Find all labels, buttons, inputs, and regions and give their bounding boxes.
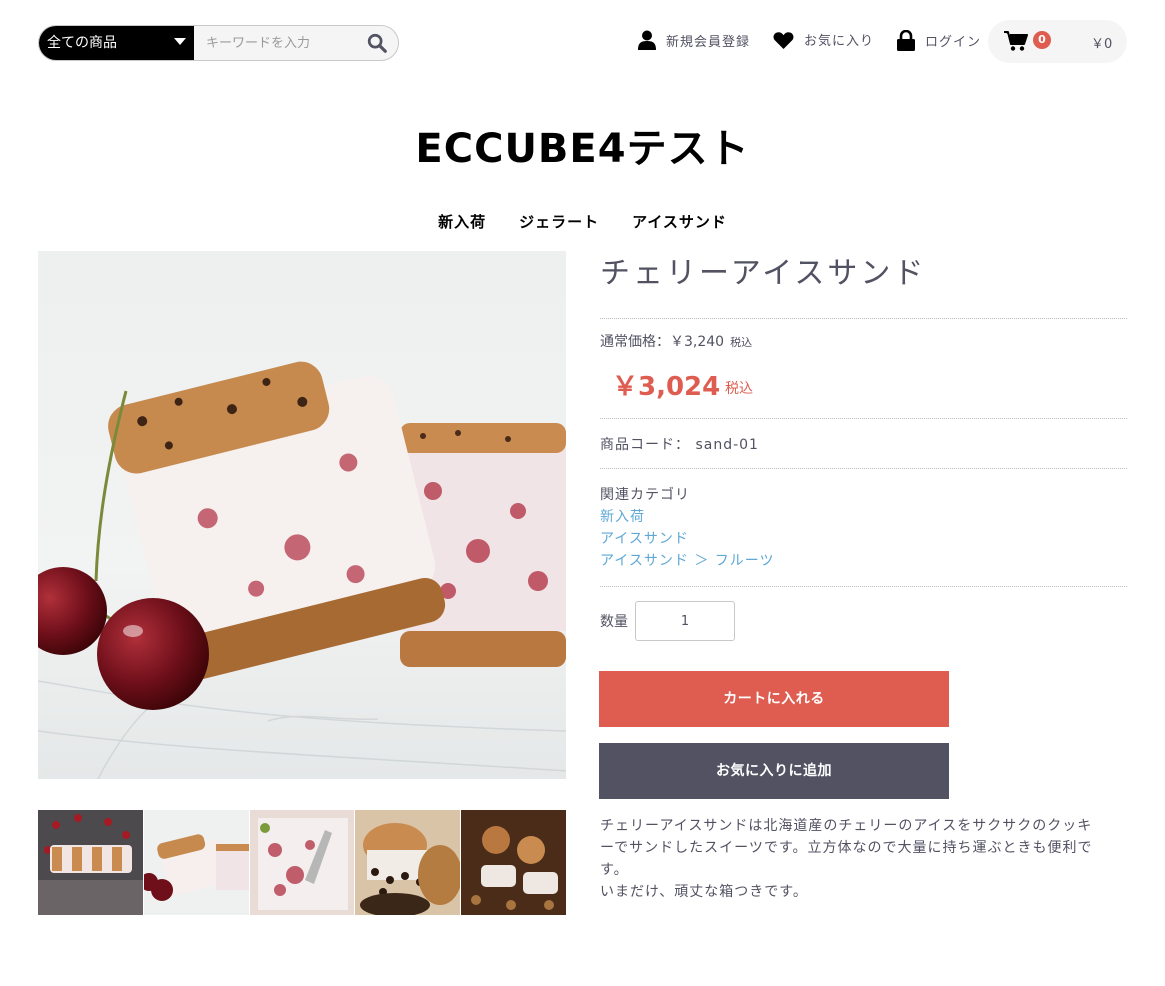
thumbnail-2[interactable] [143,810,249,915]
cart-button[interactable]: 0 ￥0 [988,20,1127,63]
gnav-item-new[interactable]: 新入荷 [438,211,486,232]
category-select[interactable]: 全ての商品 [39,26,194,60]
keyword-search-input[interactable] [194,26,359,60]
add-to-favorites-button[interactable]: お気に入りに追加 [599,743,949,799]
sale-price-tax: 税込 [725,381,753,397]
thumbnail-4[interactable] [355,810,461,915]
thumbnail-5[interactable] [461,810,566,915]
divider [600,318,1127,319]
add-to-cart-button[interactable]: カートに入れる [599,671,949,727]
heart-icon [773,31,794,49]
product-code-label: 商品コード： [600,437,690,453]
product-code: 商品コード： sand-01 [600,434,759,454]
product-description: チェリーアイスサンドは北海道産のチェリーのアイスをサクサクのクッキ ーでサンドし… [600,815,1130,903]
cart-total: ￥0 [1091,37,1113,52]
description-line: いまだけ、頑丈な箱つきです。 [600,884,808,900]
quantity-input[interactable] [635,601,735,641]
favorites-label: お気に入り [804,34,875,49]
gnav-item-ice-sand[interactable]: アイスサンド [632,211,727,232]
related-category-link-ice-sand-fruits[interactable]: アイスサンド ＞ フルーツ [600,550,775,572]
related-category-link-new[interactable]: 新入荷 [600,506,775,528]
thumbnail-3[interactable] [249,810,355,915]
divider [600,418,1127,419]
divider [600,468,1127,469]
related-categories: 関連カテゴリ 新入荷 アイスサンド アイスサンド ＞ フルーツ [600,484,775,572]
register-label: 新規会員登録 [666,34,751,50]
user-icon [638,30,656,50]
chevron-down-icon [174,38,186,45]
login-label: ログイン [925,35,982,50]
cart-count-badge: 0 [1033,31,1051,49]
gnav-item-gelato[interactable]: ジェラート [519,211,599,232]
regular-price-value: 通常価格：￥3,240 [600,334,725,350]
product-name: チェリーアイスサンド [600,256,927,291]
search-icon[interactable] [366,32,388,54]
sale-price: ￥3,024 [612,372,721,402]
login-link[interactable]: ログイン [897,30,981,51]
divider [600,586,1127,587]
lock-icon [897,30,915,51]
product-main-image [38,251,566,779]
description-line: す。 [600,862,629,878]
description-line: チェリーアイスサンドは北海道産のチェリーのアイスをサクサクのクッキ [600,818,1093,834]
global-nav: 新入荷 ジェラート アイスサンド [0,211,1165,232]
quantity-label: 数量 [600,614,628,630]
search-bar: 全ての商品 [38,25,399,61]
cart-icon [1004,31,1028,51]
related-categories-label: 関連カテゴリ [600,487,690,503]
favorites-link[interactable]: お気に入り [773,30,874,49]
regular-price-tax: 税込 [730,336,753,349]
regular-price: 通常価格：￥3,240 税込 [600,331,752,351]
category-select-value: 全ての商品 [47,35,117,51]
related-category-link-ice-sand[interactable]: アイスサンド [600,528,775,550]
description-line: ーでサンドしたスイーツです。立方体なので大量に持ち運ぶときも便利で [600,840,1093,856]
product-code-value: sand-01 [695,437,759,453]
site-title[interactable]: ECCUBE4テスト [0,116,1165,174]
register-link[interactable]: 新規会員登録 [638,30,750,50]
product-thumbnails [38,810,566,915]
thumbnail-1[interactable] [38,810,143,915]
